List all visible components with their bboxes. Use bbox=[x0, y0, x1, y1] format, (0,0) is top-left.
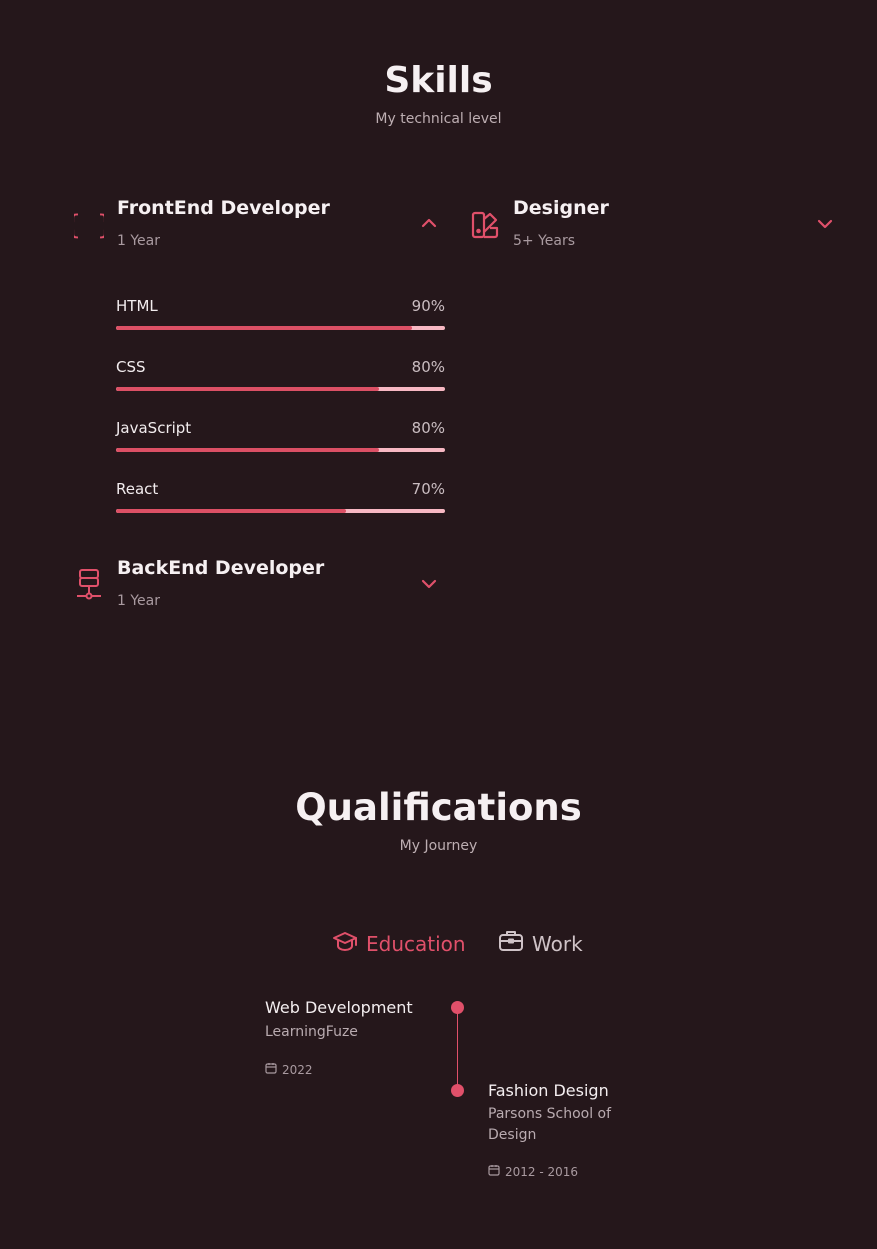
skill-bar-fill bbox=[116, 509, 347, 513]
skill-bar-react bbox=[116, 509, 445, 513]
skill-percent-css: 80% bbox=[411, 358, 445, 376]
tab-work-label: Work bbox=[532, 931, 583, 956]
skill-name-react: React bbox=[116, 480, 159, 498]
timeline-item-subtitle: LearningFuze bbox=[265, 1024, 358, 1040]
group-title-designer: Designer bbox=[513, 197, 609, 219]
code-braces-icon: { } bbox=[74, 207, 104, 241]
chevron-down-icon[interactable] bbox=[419, 574, 439, 594]
skills-subtitle: My technical level bbox=[375, 111, 502, 127]
group-subtitle-backend: 1 Year bbox=[117, 593, 160, 609]
skill-name-javascript: JavaScript bbox=[116, 419, 192, 437]
timeline-item-date-text: 2022 bbox=[282, 1062, 313, 1077]
timeline-item-title: Fashion Design bbox=[488, 1081, 609, 1100]
tab-work[interactable]: Work bbox=[498, 929, 583, 958]
timeline-item-title: Web Development bbox=[265, 998, 413, 1017]
group-subtitle-designer: 5+ Years bbox=[513, 233, 576, 249]
timeline-item-date-text: 2012 - 2016 bbox=[505, 1164, 579, 1179]
qualifications-title: Qualifications bbox=[295, 786, 582, 829]
timeline-item-date: 2022 bbox=[265, 1062, 313, 1077]
chevron-down-icon[interactable] bbox=[815, 214, 835, 234]
tab-education-label: Education bbox=[366, 931, 466, 956]
group-title-frontend: FrontEnd Developer bbox=[117, 197, 330, 219]
svg-text:{ }: { } bbox=[74, 210, 104, 241]
skill-bar-css bbox=[116, 387, 445, 391]
skill-name-css: CSS bbox=[116, 358, 146, 376]
timeline-line bbox=[457, 1010, 458, 1090]
calendar-icon bbox=[265, 1062, 277, 1077]
skill-bar-javascript bbox=[116, 448, 445, 452]
skill-percent-react: 70% bbox=[411, 480, 445, 498]
skill-name-html: HTML bbox=[116, 297, 158, 315]
skill-bar-fill bbox=[116, 387, 380, 391]
server-icon bbox=[75, 568, 103, 602]
skill-bar-fill bbox=[116, 326, 413, 330]
timeline-item-subtitle: Parsons School of Design bbox=[488, 1106, 612, 1143]
group-title-backend: BackEnd Developer bbox=[117, 557, 325, 579]
skill-percent-html: 90% bbox=[411, 297, 445, 315]
skill-bar-html bbox=[116, 326, 445, 330]
briefcase-icon bbox=[498, 929, 524, 958]
graduation-cap-icon bbox=[332, 929, 358, 958]
tab-education[interactable]: Education bbox=[332, 929, 466, 958]
qualifications-subtitle: My Journey bbox=[399, 838, 478, 854]
swatchbook-icon bbox=[470, 209, 500, 241]
timeline-dot bbox=[451, 1084, 464, 1097]
chevron-up-icon[interactable] bbox=[419, 213, 439, 233]
timeline-dot bbox=[451, 1001, 464, 1014]
calendar-icon bbox=[488, 1164, 500, 1179]
skill-percent-javascript: 80% bbox=[411, 419, 445, 437]
skills-title: Skills bbox=[384, 60, 493, 101]
timeline-item-date: 2012 - 2016 bbox=[488, 1164, 578, 1179]
skill-bar-fill bbox=[116, 448, 380, 452]
group-subtitle-frontend: 1 Year bbox=[117, 233, 160, 249]
